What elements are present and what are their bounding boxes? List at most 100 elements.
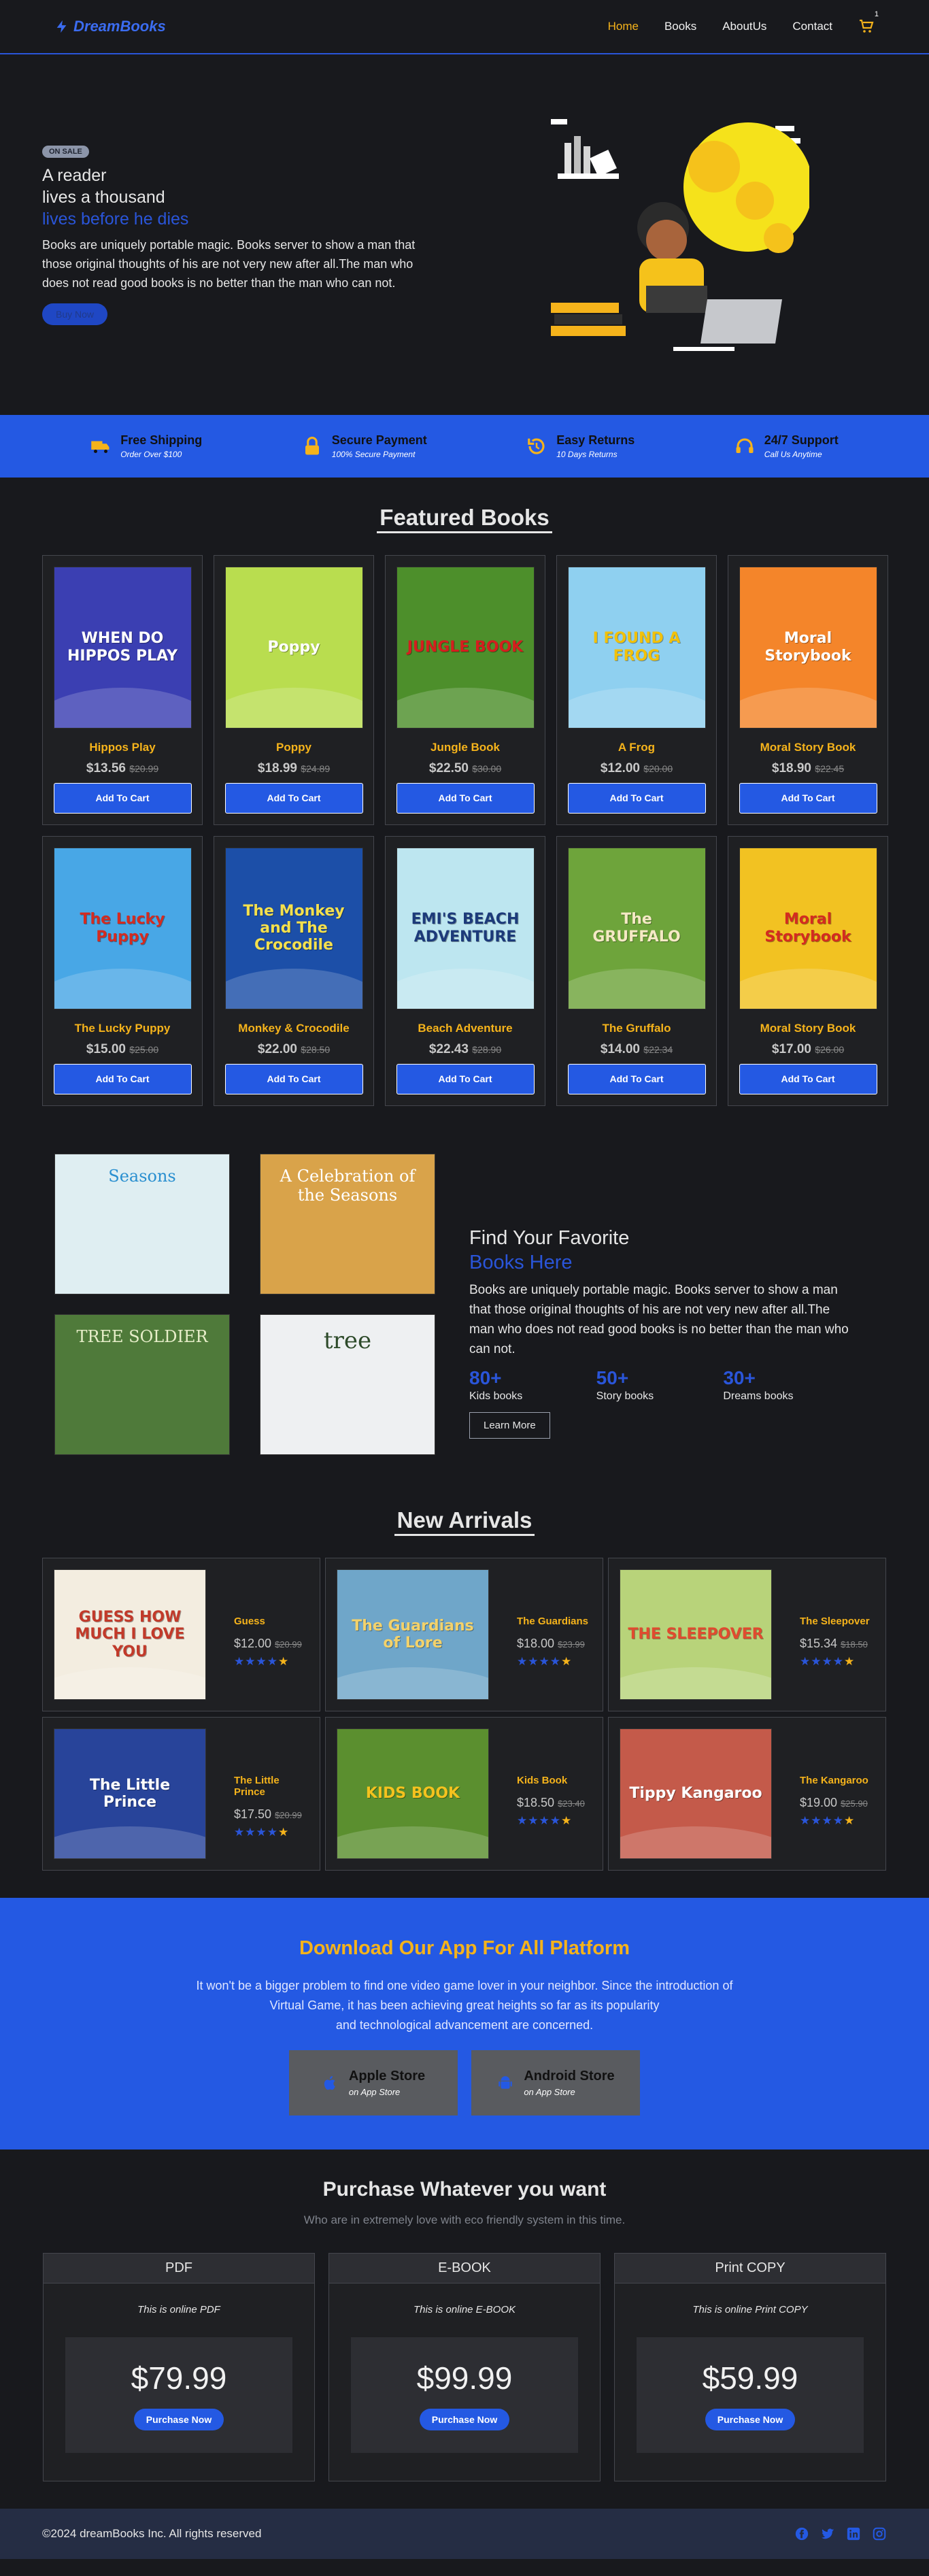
cover-title: Moral Storybook xyxy=(764,630,851,665)
add-to-cart-button[interactable]: Add To Cart xyxy=(739,1063,877,1094)
hero-line-2: lives a thousand xyxy=(42,187,165,207)
arrival-cover[interactable]: KIDS BOOK xyxy=(337,1728,489,1859)
star-icon: ★ xyxy=(822,1814,833,1827)
arrival-title[interactable]: Kids Book xyxy=(517,1775,590,1786)
arrival-price: $17.50 $20.99 xyxy=(234,1807,307,1822)
book-title[interactable]: Poppy xyxy=(276,741,311,754)
add-to-cart-button[interactable]: Add To Cart xyxy=(53,1063,192,1094)
book-cover[interactable]: The Monkey and The Crocodile xyxy=(224,848,363,1009)
arrival-cover[interactable]: The Little Prince xyxy=(54,1728,206,1859)
featured-title: Featured Books xyxy=(0,478,929,533)
purchase-now-button[interactable]: Purchase Now xyxy=(705,2409,796,2430)
app-body-3: and technological advancement are concer… xyxy=(335,2018,594,2032)
rating-stars: ★★★★★ xyxy=(234,1655,307,1669)
cart-button[interactable]: 1 xyxy=(858,10,879,35)
book-price: $18.99 $24.89 xyxy=(258,761,330,776)
add-to-cart-button[interactable]: Add To Cart xyxy=(567,782,706,814)
book-cover[interactable]: Moral Storybook xyxy=(739,848,877,1009)
brand-logo[interactable]: DreamBooks xyxy=(54,18,166,35)
plan-desc: This is online E-BOOK xyxy=(413,2304,516,2315)
book-cover[interactable]: Moral Storybook xyxy=(739,567,877,729)
book-cover[interactable]: JUNGLE BOOK xyxy=(396,567,535,729)
find-cover-tree[interactable]: tree xyxy=(260,1314,435,1455)
book-cover[interactable]: Poppy xyxy=(224,567,363,729)
learn-more-button[interactable]: Learn More xyxy=(469,1412,550,1439)
feature-sub: 100% Secure Payment xyxy=(331,450,416,459)
book-title[interactable]: Hippos Play xyxy=(89,741,155,754)
arrival-title[interactable]: The Little Prince xyxy=(234,1775,307,1798)
add-to-cart-button[interactable]: Add To Cart xyxy=(224,1063,363,1094)
arrival-info: The Sleepover $15.34 $18.50 ★★★★★ xyxy=(800,1616,873,1669)
price-current: $18.99 xyxy=(257,760,297,775)
find-cover-celebration[interactable]: A Celebration of the Seasons xyxy=(260,1154,435,1294)
plan-name: PDF xyxy=(44,2254,314,2284)
arrival-title[interactable]: The Sleepover xyxy=(800,1616,873,1627)
purchase-now-button[interactable]: Purchase Now xyxy=(133,2409,224,2430)
plan-print: Print COPY This is online Print COPY $59… xyxy=(614,2253,886,2481)
lock-icon xyxy=(305,436,319,455)
book-title[interactable]: Beach Adventure xyxy=(418,1022,512,1035)
add-to-cart-button[interactable]: Add To Cart xyxy=(224,782,363,814)
cover-title: TREE SOLDIER xyxy=(76,1327,208,1346)
featured-grid: WHEN DO HIPPOS PLAY Hippos Play $13.56 $20… xyxy=(0,531,929,1106)
add-to-cart-button[interactable]: Add To Cart xyxy=(396,782,535,814)
book-title[interactable]: A Frog xyxy=(618,741,655,754)
book-cover[interactable]: WHEN DO HIPPOS PLAY xyxy=(53,567,192,729)
book-title[interactable]: The Lucky Puppy xyxy=(75,1022,171,1035)
linkedin-icon[interactable] xyxy=(846,2526,861,2541)
android-store-button[interactable]: Android Store on App Store xyxy=(471,2050,640,2115)
arrival-title[interactable]: Guess xyxy=(234,1616,307,1627)
book-title[interactable]: Monkey & Crocodile xyxy=(238,1022,349,1035)
book-cover[interactable]: The GRUFFALO xyxy=(567,848,706,1009)
app-body: It won't be a bigger problem to find one… xyxy=(186,1976,743,2035)
plan-pdf: PDF This is online PDF $79.99 Purchase No… xyxy=(43,2253,315,2481)
hero-line-3: lives before he dies xyxy=(42,209,189,229)
arrival-cover[interactable]: THE SLEEPOVER xyxy=(620,1569,772,1700)
book-title[interactable]: Jungle Book xyxy=(430,741,500,754)
add-to-cart-button[interactable]: Add To Cart xyxy=(396,1063,535,1094)
book-cover[interactable]: I FOUND A FROG xyxy=(567,567,706,729)
arrival-card: THE SLEEPOVER The Sleepover $15.34 $18.50 ★… xyxy=(608,1558,886,1711)
arrival-title[interactable]: The Kangaroo xyxy=(800,1775,873,1786)
nav-home[interactable]: Home xyxy=(608,20,639,33)
find-cover-tree-soldier[interactable]: TREE SOLDIER xyxy=(54,1314,230,1455)
android-icon xyxy=(499,2076,513,2089)
arrival-cover[interactable]: The Guardians of Lore xyxy=(337,1569,489,1700)
star-icon: ★ xyxy=(539,1814,550,1827)
nav-aboutus[interactable]: AboutUs xyxy=(722,20,766,33)
feature-easy-returns: Easy Returns 10 Days Returns xyxy=(526,433,635,459)
nav-contact[interactable]: Contact xyxy=(792,20,832,33)
buy-now-button[interactable]: Buy Now xyxy=(42,303,108,325)
nav-books[interactable]: Books xyxy=(664,20,696,33)
book-cover[interactable]: The Lucky Puppy xyxy=(53,848,192,1009)
price-current: $22.43 xyxy=(428,1041,469,1056)
book-card: The Monkey and The Crocodile Monkey & Cro… xyxy=(214,836,374,1106)
arrival-cover[interactable]: GUESS HOW MUCH I LOVE YOU xyxy=(54,1569,206,1700)
arrival-info: Guess $12.00 $20.99 ★★★★★ xyxy=(234,1616,307,1669)
add-to-cart-button[interactable]: Add To Cart xyxy=(53,782,192,814)
arrival-cover[interactable]: Tippy Kangaroo xyxy=(620,1728,772,1859)
book-title[interactable]: Moral Story Book xyxy=(760,1022,856,1035)
store-sub: on App Store xyxy=(524,2087,575,2097)
book-title[interactable]: Moral Story Book xyxy=(760,741,856,754)
twitter-icon[interactable] xyxy=(820,2526,835,2541)
arrival-price: $19.00 $25.90 xyxy=(800,1796,873,1810)
stat-dreams: 30+ Dreams books xyxy=(723,1367,850,1403)
instagram-icon[interactable] xyxy=(872,2526,887,2541)
return-icon xyxy=(528,438,545,454)
find-cover-seasons[interactable]: Seasons xyxy=(54,1154,230,1294)
book-cover[interactable]: EMI'S BEACH ADVENTURE xyxy=(396,848,535,1009)
apple-store-button[interactable]: Apple Store on App Store xyxy=(289,2050,458,2115)
facebook-icon[interactable] xyxy=(794,2526,809,2541)
find-heading: Find Your Favorite Books Here xyxy=(469,1226,850,1275)
arrival-title[interactable]: The Guardians xyxy=(517,1616,590,1627)
book-title[interactable]: The Gruffalo xyxy=(602,1022,671,1035)
add-to-cart-button[interactable]: Add To Cart xyxy=(739,782,877,814)
add-to-cart-button[interactable]: Add To Cart xyxy=(567,1063,706,1094)
arrival-info: The Kangaroo $19.00 $25.90 ★★★★★ xyxy=(800,1775,873,1828)
cover-art xyxy=(225,968,362,1009)
purchase-now-button[interactable]: Purchase Now xyxy=(419,2409,510,2430)
arrivals-title: New Arrivals xyxy=(0,1487,929,1536)
star-icon: ★ xyxy=(800,1655,811,1668)
stat-number: 80+ xyxy=(469,1367,502,1388)
